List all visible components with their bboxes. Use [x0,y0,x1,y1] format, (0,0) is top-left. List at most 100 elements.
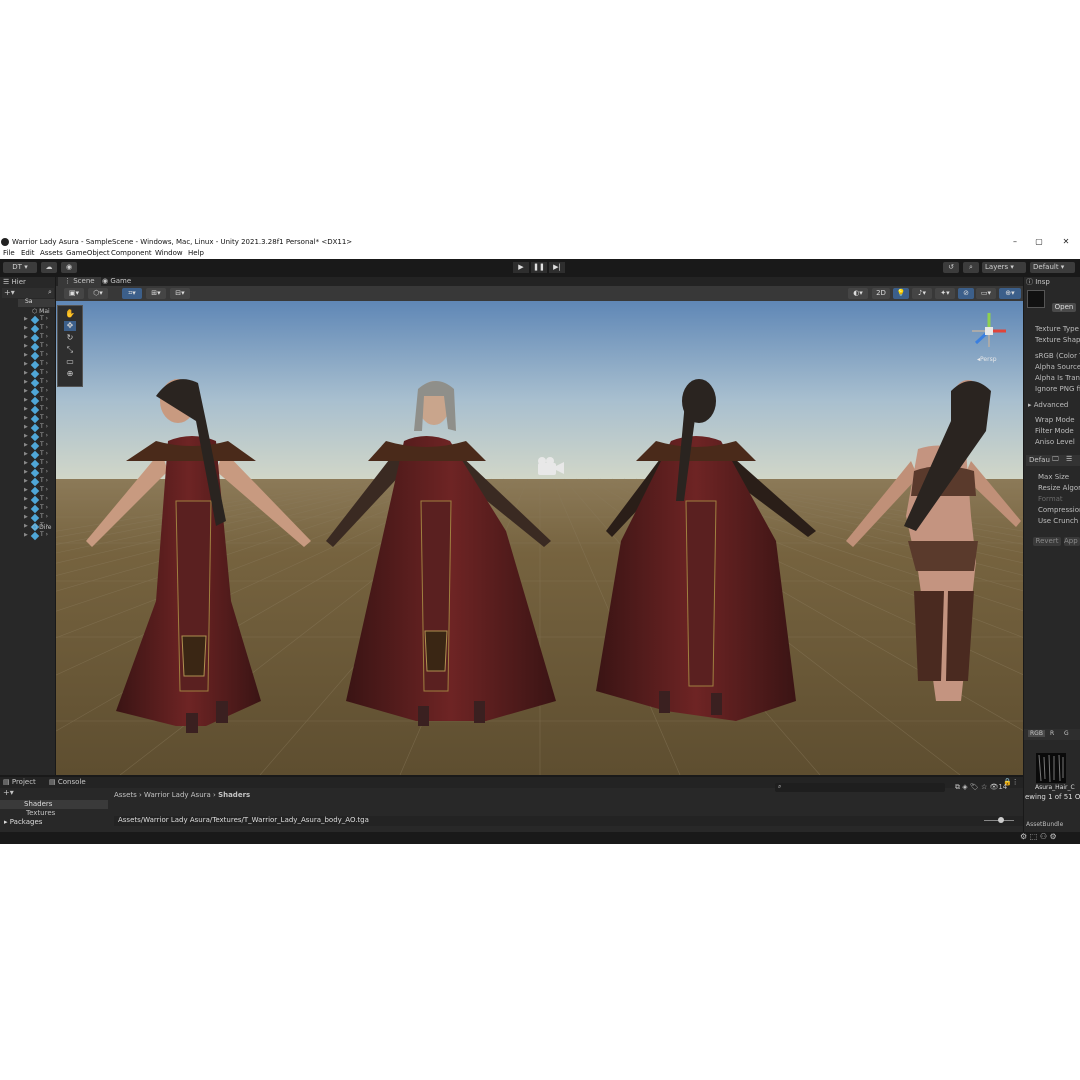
hidden-objects-icon[interactable]: ⊘ [958,288,974,299]
srgb-label[interactable]: sRGB (Color T [1035,352,1080,360]
hierarchy-item[interactable]: ▶ T › [24,531,54,541]
effects-icon[interactable]: ✦▾ [935,288,955,299]
hierarchy-item[interactable]: ▶ T › [24,414,54,424]
toggle-2d-button[interactable]: 2D [872,288,890,299]
gizmos-button[interactable]: ⊕▾ [999,288,1021,299]
tab-project[interactable]: ▤ Project [3,777,36,788]
draw-mode-button[interactable]: ▣▾ [64,288,84,299]
hierarchy-item[interactable]: ▶ T › [24,351,54,361]
expand-arrow-icon[interactable]: ▶ [24,361,28,367]
g-channel-button[interactable]: G [1064,730,1069,737]
close-button[interactable]: ✕ [1059,236,1073,248]
lighting-icon[interactable]: 💡 [893,288,909,299]
scale-tool-icon[interactable]: ⤡ [64,345,76,355]
orientation-gizmo[interactable] [966,309,1012,355]
expand-arrow-icon[interactable]: ▶ [24,415,28,421]
monitor-icon[interactable]: 🖵 [1052,455,1059,464]
pause-button[interactable]: ❚❚ [531,262,547,273]
menu-assets[interactable]: Assets [40,248,63,259]
expand-arrow-icon[interactable]: ▶ [24,442,28,448]
expand-arrow-icon[interactable]: ▶ [24,334,28,340]
inspector-tab[interactable]: ⓘ Insp [1026,277,1050,288]
scene-viewport[interactable]: ◂Persp [56,301,1023,775]
shading-mode-button[interactable]: ◐▾ [848,288,868,299]
menu-window[interactable]: Window [155,248,183,259]
hierarchy-item[interactable]: ▶ T › [24,468,54,478]
hierarchy-item[interactable]: ▶ T › [24,324,54,334]
collab-icon[interactable]: ◉ [61,262,77,273]
expand-arrow-icon[interactable]: ▶ [24,460,28,466]
aniso-level-label[interactable]: Aniso Level [1035,438,1075,446]
hierarchy-item[interactable]: ▶ T › [24,378,54,388]
list-icon[interactable]: ☰ [1066,455,1072,463]
create-icon[interactable]: +▾ [3,788,14,797]
minimize-button[interactable]: – [1008,236,1022,248]
open-button[interactable]: Open [1052,303,1076,312]
filter-icons[interactable]: ⧉ ◈ 🏷 ☆ 👁14 [955,783,1007,792]
expand-arrow-icon[interactable]: ▶ [24,388,28,394]
hierarchy-item[interactable]: ▶ T › [24,504,54,514]
expand-arrow-icon[interactable]: ▶ [24,379,28,385]
move-tool-icon[interactable]: ✥ [64,321,76,331]
expand-arrow-icon[interactable]: ▶ [24,523,28,529]
transform-tool-icon[interactable]: ⊕ [64,369,76,379]
hierarchy-item[interactable]: ▶ T › [24,360,54,370]
perspective-label[interactable]: ◂Persp [977,356,997,363]
compression-label[interactable]: Compression [1038,506,1080,514]
hierarchy-item[interactable]: ▶ T › [24,333,54,343]
hand-tool-icon[interactable]: ✋ [64,309,76,319]
search-icon[interactable]: ⌕ [48,288,52,297]
zoom-slider-handle[interactable] [998,817,1004,823]
camera-settings-icon[interactable]: ▭▾ [976,288,996,299]
expand-arrow-icon[interactable]: ▶ [24,478,28,484]
hierarchy-item[interactable]: ▶ T › [24,432,54,442]
menu-help[interactable]: Help [188,248,204,259]
step-button[interactable]: ▶| [549,262,565,273]
layers-dropdown[interactable]: Layers ▾ [982,262,1026,273]
expand-arrow-icon[interactable]: ▶ [24,532,28,538]
maximize-button[interactable]: ▢ [1032,236,1046,248]
expand-arrow-icon[interactable]: ▶ [24,433,28,439]
resize-algorithm-label[interactable]: Resize Algorit [1038,484,1080,492]
hierarchy-item[interactable]: ▶ T › [24,450,54,460]
alpha-source-label[interactable]: Alpha Source [1035,363,1080,371]
snap-increment-button[interactable]: ⊞▾ [146,288,166,299]
menu-file[interactable]: File [3,248,15,259]
add-icon[interactable]: +▾ [4,288,15,297]
r-channel-button[interactable]: R [1050,730,1054,737]
hierarchy-item[interactable]: ▶ T › [24,423,54,433]
expand-arrow-icon[interactable]: ▶ [24,370,28,376]
rect-tool-icon[interactable]: ▭ [64,357,76,367]
filter-mode-label[interactable]: Filter Mode [1035,427,1074,435]
use-crunch-label[interactable]: Use Crunch C [1038,517,1080,525]
grid-snap-button[interactable]: ⌗▾ [122,288,142,299]
expand-arrow-icon[interactable]: ▶ [24,424,28,430]
expand-arrow-icon[interactable]: ▶ [24,451,28,457]
max-size-label[interactable]: Max Size [1038,473,1069,481]
revert-button[interactable]: Revert [1033,537,1061,546]
rgb-channel-button[interactable]: RGB [1028,730,1045,737]
tab-scene[interactable]: ⋮ Scene [58,277,101,286]
hierarchy-item[interactable]: ▶ T › [24,477,54,487]
tab-console[interactable]: ▤ Console [49,777,86,788]
history-icon[interactable]: ↺ [943,262,959,273]
hierarchy-item[interactable]: ▶ T › [24,315,54,325]
hierarchy-tab[interactable]: ☰ Hier [3,277,26,288]
breadcrumb-assets[interactable]: Assets [114,791,137,799]
play-button[interactable]: ▶ [513,262,529,273]
expand-arrow-icon[interactable]: ▶ [24,406,28,412]
grid-axis-button[interactable]: ⊟▾ [170,288,190,299]
folder-shaders-row[interactable]: Shaders [0,800,108,809]
expand-arrow-icon[interactable]: ▶ [24,325,28,331]
layout-dropdown[interactable]: Default ▾ [1030,262,1075,273]
rotate-tool-icon[interactable]: ↻ [64,333,76,343]
texture-shape-label[interactable]: Texture Shape [1035,336,1080,344]
folder-textures[interactable]: Textures [26,809,55,817]
hierarchy-item[interactable]: ▶ T › [24,405,54,415]
hierarchy-item[interactable]: ▶ T › [24,459,54,469]
expand-arrow-icon[interactable]: ▶ [24,352,28,358]
scene-root[interactable]: Sa [18,298,55,307]
folder-packages[interactable]: ▸ Packages [4,818,42,826]
hierarchy-item[interactable]: ▶ T › [24,342,54,352]
expand-arrow-icon[interactable]: ▶ [24,496,28,502]
